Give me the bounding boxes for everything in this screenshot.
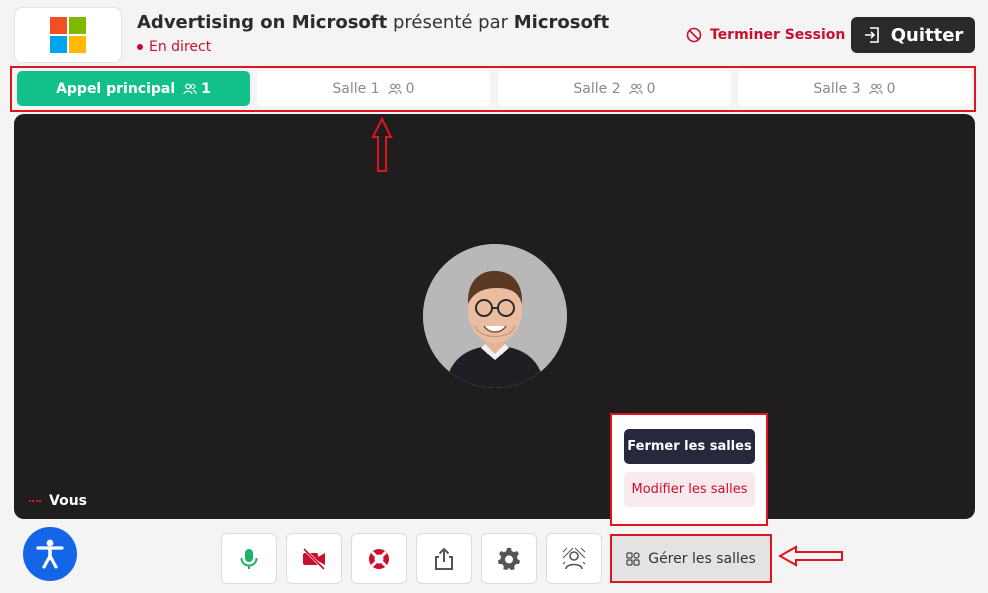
microsoft-logo [50,17,86,53]
live-status: En direct [137,39,211,55]
tab-count: 0 [646,80,656,97]
participant-avatar [423,244,567,388]
participants-icon [869,83,883,94]
tab-label: Salle 2 [573,80,621,97]
accessibility-icon [36,539,64,569]
modify-rooms-button[interactable]: Modifier les salles [624,472,755,507]
meeting-window: Advertising on Microsoft présenté par Mi… [0,0,988,593]
person-photo-icon [423,244,567,388]
participants-icon [388,83,402,94]
share-button[interactable] [416,533,472,584]
tab-label: Salle 1 [332,80,380,97]
event-name: Advertising on Microsoft [137,12,388,33]
organizer-logo [14,7,122,63]
participants-icon [629,83,643,94]
help-button[interactable] [351,533,407,584]
close-rooms-button[interactable]: Fermer les salles [624,429,755,464]
manage-rooms-button[interactable]: Gérer les salles [612,536,770,581]
prohibited-icon [686,27,702,43]
left-arrow-annotation-icon [778,545,843,567]
participants-icon [183,83,197,94]
end-session-button[interactable]: Terminer Session [676,18,856,52]
tab-count: 0 [886,80,896,97]
microphone-icon [240,548,258,569]
quit-label: Quitter [890,24,964,46]
tab-salle-1[interactable]: Salle 1 0 [257,71,490,106]
camera-off-icon [302,547,326,570]
accessibility-button[interactable] [23,527,77,581]
microphone-button[interactable] [221,533,277,584]
tab-count: 1 [201,80,211,97]
self-label: Vous [49,493,87,509]
end-session-label: Terminer Session [710,27,846,43]
camera-toggle-button[interactable] [286,533,342,584]
share-icon [435,547,453,570]
tab-main-call[interactable]: Appel principal 1 [17,71,250,106]
lifebuoy-icon [369,548,389,569]
quit-button[interactable]: Quitter [851,17,975,53]
live-status-label: En direct [149,39,212,55]
tab-salle-3[interactable]: Salle 3 0 [738,71,971,106]
audio-level-icon [29,500,41,502]
presented-by-text: présenté par [392,12,509,33]
tab-label: Appel principal [56,80,176,97]
exit-icon [864,27,879,43]
background-blur-button[interactable] [546,533,602,584]
modify-rooms-label: Modifier les salles [631,482,748,497]
self-view-label: Vous [29,493,87,509]
settings-button[interactable] [481,533,537,584]
gear-icon [498,547,520,570]
live-dot-icon [137,44,143,50]
background-blur-icon [562,547,586,569]
tab-label: Salle 3 [813,80,861,97]
organizer-name: Microsoft [513,12,610,33]
close-rooms-label: Fermer les salles [627,439,752,454]
tab-count: 0 [405,80,415,97]
up-arrow-annotation-icon [371,117,393,172]
manage-rooms-label: Gérer les salles [648,550,756,567]
event-title: Advertising on Microsoft présenté par Mi… [137,12,609,33]
tab-salle-2[interactable]: Salle 2 0 [498,71,731,106]
rooms-grid-icon [626,551,640,566]
